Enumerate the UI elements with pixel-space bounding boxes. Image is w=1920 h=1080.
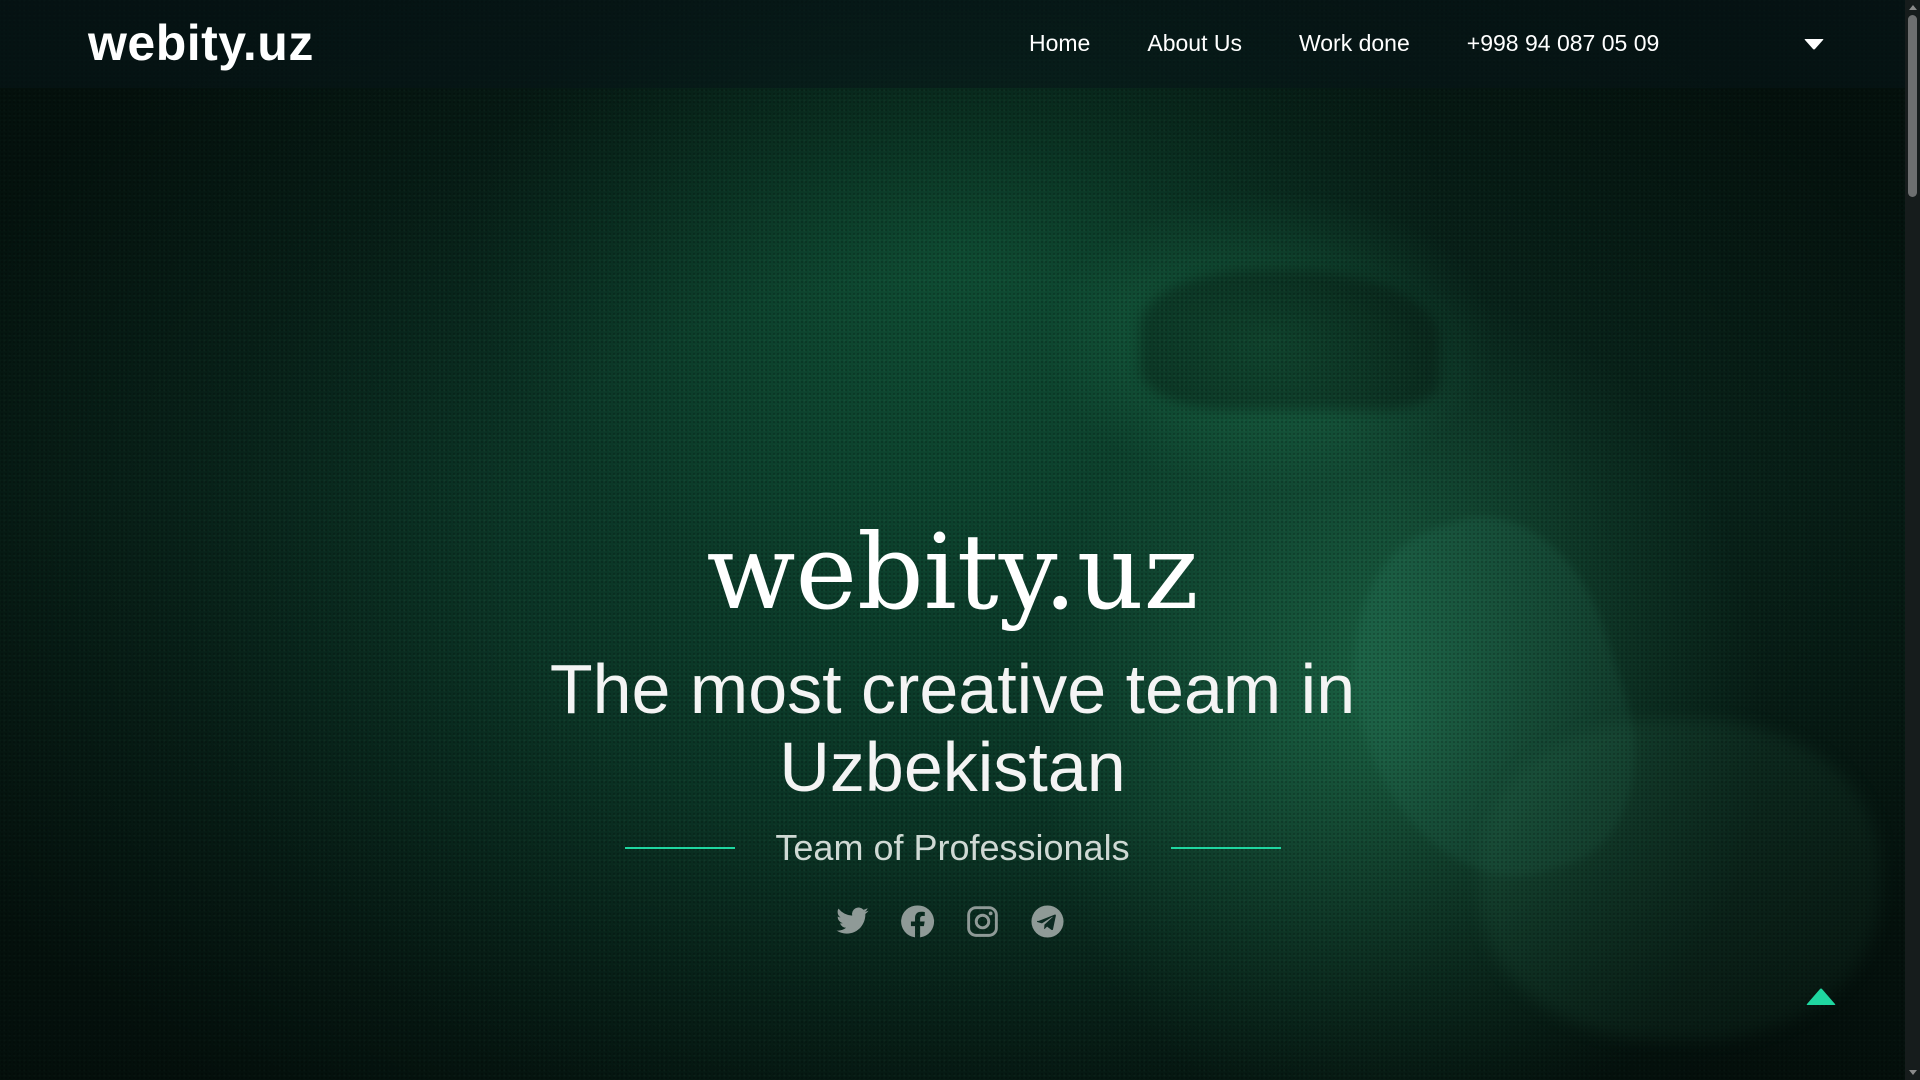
scroll-down-icon[interactable]: [1909, 1070, 1917, 1075]
tagline-divider-right: [1171, 847, 1281, 849]
facebook-icon[interactable]: [900, 904, 935, 939]
site-logo[interactable]: webity.uz: [88, 14, 314, 72]
viewport: webity.uz Home About Us Work done +998 9…: [0, 0, 1920, 1080]
scroll-up-icon[interactable]: [1909, 5, 1917, 10]
instagram-icon[interactable]: [965, 904, 1000, 939]
hero-title: webity.uz: [706, 511, 1199, 633]
nav-link-phone[interactable]: +998 94 087 05 09: [1467, 30, 1660, 57]
navbar: webity.uz Home About Us Work done +998 9…: [0, 0, 1905, 88]
nav-links: Home About Us Work done +998 94 087 05 0…: [1029, 30, 1716, 57]
nav-link-home[interactable]: Home: [1029, 30, 1090, 57]
social-links: [835, 904, 1065, 939]
vertical-scrollbar[interactable]: [1905, 0, 1920, 1080]
tagline-row: Team of Professionals: [0, 827, 1905, 868]
telegram-icon[interactable]: [1030, 904, 1065, 939]
caret-down-icon[interactable]: [1803, 38, 1825, 52]
hero-tagline: Team of Professionals: [775, 827, 1130, 868]
nav-link-work-done[interactable]: Work done: [1299, 30, 1410, 57]
caret-up-icon[interactable]: [1805, 985, 1837, 1007]
twitter-icon[interactable]: [835, 904, 870, 939]
hero-subtitle: The most creative team in Uzbekistan: [549, 650, 1356, 806]
nav-link-about-us[interactable]: About Us: [1147, 30, 1242, 57]
scrollbar-thumb[interactable]: [1908, 15, 1917, 197]
